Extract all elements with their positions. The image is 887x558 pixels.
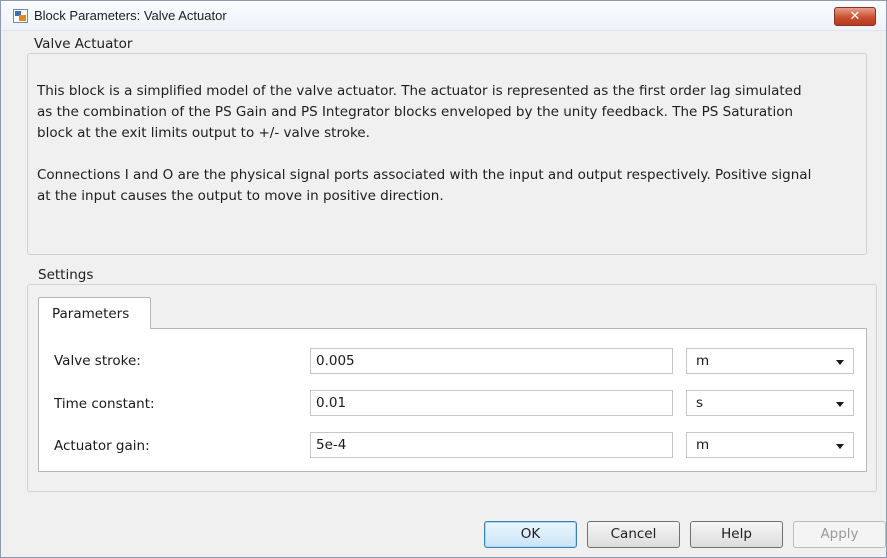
description-line-5: at the input causes the output to move i… — [37, 188, 444, 204]
time-constant-label: Time constant: — [54, 396, 155, 412]
time-constant-input[interactable]: 0.01 — [310, 390, 673, 416]
description-line-3: block at the exit limits output to +/- v… — [37, 125, 370, 141]
parameters-panel: Valve stroke: 0.005 m Time constant: 0.0… — [38, 328, 867, 472]
help-button[interactable]: Help — [690, 521, 783, 548]
close-button[interactable]: ✕ — [834, 7, 876, 26]
description-line-1: This block is a simplified model of the … — [37, 83, 802, 99]
description-line-2: as the combination of the PS Gain and PS… — [37, 104, 794, 120]
simulink-block-icon — [13, 9, 28, 23]
actuator-gain-unit-value: m — [696, 437, 710, 453]
actuator-gain-unit-select[interactable]: m — [686, 432, 854, 458]
chevron-down-icon — [836, 360, 844, 365]
title-bar[interactable]: Block Parameters: Valve Actuator ✕ — [1, 1, 886, 31]
apply-button[interactable]: Apply — [793, 521, 886, 548]
actuator-gain-label: Actuator gain: — [54, 438, 150, 454]
cancel-button[interactable]: Cancel — [587, 521, 680, 548]
description-line-4: Connections I and O are the physical sig… — [37, 167, 812, 183]
chevron-down-icon — [836, 402, 844, 407]
valve-stroke-input[interactable]: 0.005 — [310, 348, 673, 374]
actuator-gain-input[interactable]: 5e-4 — [310, 432, 673, 458]
valve-stroke-unit-value: m — [696, 353, 710, 369]
settings-label: Settings — [38, 267, 94, 283]
chevron-down-icon — [836, 444, 844, 449]
tab-parameters[interactable]: Parameters — [38, 297, 151, 329]
valve-stroke-label: Valve stroke: — [54, 353, 141, 369]
window-title: Block Parameters: Valve Actuator — [34, 8, 227, 23]
dialog-window: Block Parameters: Valve Actuator ✕ Valve… — [0, 0, 887, 558]
block-name-label: Valve Actuator — [34, 36, 133, 52]
time-constant-unit-value: s — [696, 395, 704, 411]
valve-stroke-unit-select[interactable]: m — [686, 348, 854, 374]
time-constant-unit-select[interactable]: s — [686, 390, 854, 416]
ok-button[interactable]: OK — [484, 521, 577, 548]
